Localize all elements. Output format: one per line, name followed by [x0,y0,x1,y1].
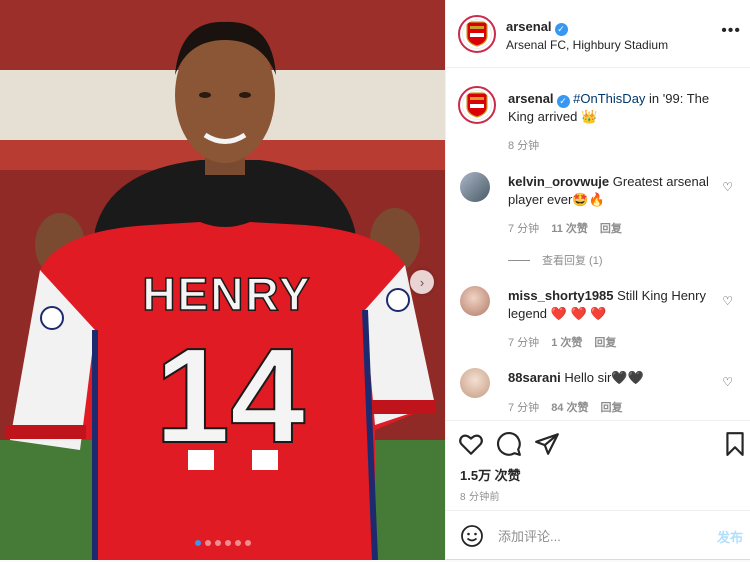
view-replies-label: 查看回复 (1) [542,255,603,267]
post-date: 8 分钟前 [460,492,500,503]
emoji-smiley-icon[interactable] [460,524,484,548]
carousel-dot[interactable] [214,540,221,546]
comments-section: arsenal ✓ #OnThisDay in '99: The King arr… [446,68,750,420]
reply-button[interactable]: 回复 [600,402,622,414]
caption-username[interactable]: arsenal [508,91,554,106]
crown-emoji: 👑 [580,109,598,124]
header-user: arsenal ✓ [506,18,568,36]
comment-meta: 7 分钟 84 次赞 回复 [508,399,622,415]
post-location[interactable]: Arsenal FC, Highbury Stadium [506,38,668,52]
caption-time: 8 分钟 [508,140,540,152]
view-replies-button[interactable]: 查看回复 (1) [508,252,603,268]
comment-meta: 7 分钟 1 次赞 回复 [508,334,616,350]
commenter-avatar[interactable] [460,172,490,202]
carousel-dots [0,540,445,546]
like-count[interactable]: 1.5万 次赞 [460,465,521,484]
comment-meta: 7 分钟 11 次赞 回复 [508,220,622,236]
comment-time: 7 分钟 [508,402,540,414]
carousel-dot[interactable] [194,540,201,546]
comment-likes[interactable]: 11 次赞 [551,223,588,235]
hashtag-link[interactable]: #OnThisDay [573,91,645,106]
comment-bubble-icon[interactable] [496,431,522,457]
header-username[interactable]: arsenal [506,19,552,34]
view-replies-divider [508,259,530,261]
reply-button[interactable]: 回复 [594,337,616,349]
comment-like-heart-icon[interactable]: ♡ [722,294,733,308]
arsenal-crest-icon [466,21,488,47]
comment-username[interactable]: miss_shorty1985 [508,288,614,303]
post-modal: HENRY 14 › arsenal ✓ Arsenal FC, Highbury… [0,0,750,560]
caption-text: arsenal ✓ #OnThisDay in '99: The King arr… [508,90,738,126]
comment-username[interactable]: 88sarani [508,370,561,385]
comment-likes[interactable]: 84 次赞 [551,402,588,414]
add-comment-input[interactable] [498,524,698,548]
carousel-dot[interactable] [204,540,211,546]
verified-badge-icon: ✓ [554,23,568,36]
avatar[interactable] [458,15,496,53]
share-send-icon[interactable] [534,431,560,457]
carousel-dot[interactable] [244,540,251,546]
comment-text: miss_shorty1985 Still King Henry legend … [508,287,718,323]
post-photo: HENRY 14 › [0,0,445,560]
reply-button[interactable]: 回复 [600,223,622,235]
save-bookmark-icon[interactable] [722,431,748,457]
shirt-number-text: 14 [155,320,305,471]
arsenal-crest-icon [466,92,488,118]
post-header: arsenal ✓ Arsenal FC, Highbury Stadium ••… [446,0,750,68]
comment-text: kelvin_orovwuje Greatest arsenal player … [508,173,718,209]
commenter-avatar[interactable] [460,286,490,316]
shirt-name-text: HENRY [142,268,311,320]
comment-body: Hello sir🖤🖤 [560,370,644,385]
carousel-dot[interactable] [234,540,241,546]
post-comment-button[interactable]: 发布 [717,527,743,546]
comment-like-heart-icon[interactable]: ♡ [722,375,733,389]
post-sidebar: arsenal ✓ Arsenal FC, Highbury Stadium ••… [445,0,750,560]
verified-badge-icon: ✓ [556,95,570,108]
comment-username[interactable]: kelvin_orovwuje [508,174,609,189]
comment-time: 7 分钟 [508,337,540,349]
henry-photo-illustration: HENRY 14 [0,0,445,560]
post-actions: 1.5万 次赞 8 分钟前 [446,420,750,518]
caption-avatar[interactable] [458,86,496,124]
comment-likes[interactable]: 1 次赞 [551,337,582,349]
comment-text: 88sarani Hello sir🖤🖤 [508,369,718,387]
comment-time: 7 分钟 [508,223,540,235]
more-options-icon[interactable]: ••• [721,22,741,40]
add-comment-bar: 发布 [446,510,750,560]
comment-like-heart-icon[interactable]: ♡ [722,180,733,194]
carousel-dot[interactable] [224,540,231,546]
carousel-next-button[interactable]: › [410,270,434,294]
commenter-avatar[interactable] [460,368,490,398]
like-heart-icon[interactable] [458,431,484,457]
